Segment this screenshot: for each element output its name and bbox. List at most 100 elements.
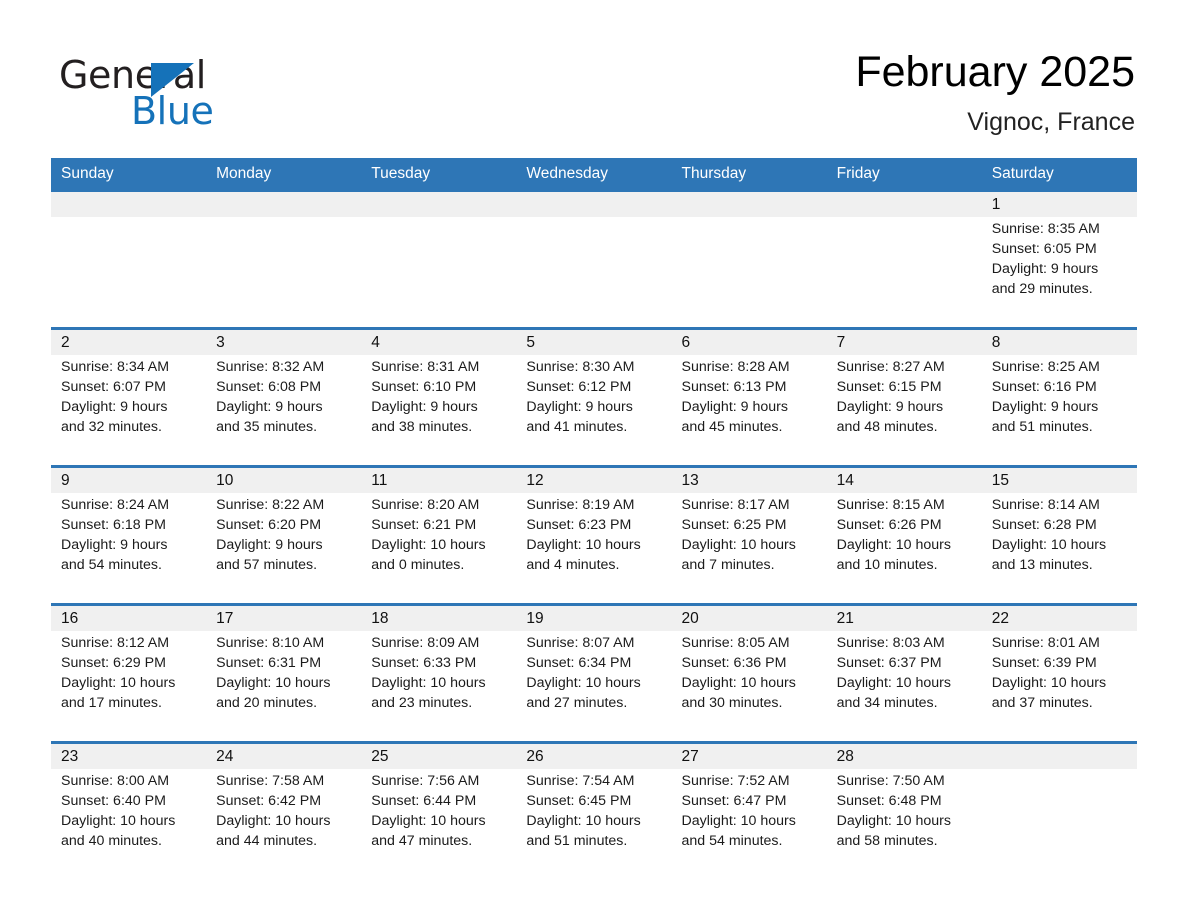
day-cell[interactable]: 3 Sunrise: 8:32 AM Sunset: 6:08 PM Daylight…	[206, 330, 361, 462]
day-cell[interactable]: 10 Sunrise: 8:22 AM Sunset: 6:20 PM Dayligh…	[206, 468, 361, 600]
location-subtitle: Vignoc, France	[967, 108, 1135, 136]
day-detail-sunrise: Sunrise: 8:10 AM	[216, 635, 325, 651]
day-number: 9	[61, 472, 70, 489]
day-detail-daylight2: and 35 minutes.	[216, 419, 318, 435]
day-detail-sunset: Sunset: 6:40 PM	[61, 793, 166, 809]
day-cell[interactable]: 5 Sunrise: 8:30 AM Sunset: 6:12 PM Daylight…	[516, 330, 671, 462]
day-detail-daylight1: Daylight: 10 hours	[681, 537, 796, 553]
day-detail-daylight1: Daylight: 10 hours	[836, 537, 951, 553]
day-number: 10	[216, 472, 234, 489]
day-detail-sunrise: Sunrise: 7:50 AM	[836, 773, 945, 789]
dow-header-tuesday: Tuesday	[361, 158, 516, 189]
day-detail-daylight1: Daylight: 9 hours	[991, 261, 1099, 277]
calendar-week-row: 9 Sunrise: 8:24 AM Sunset: 6:18 PM Daylight…	[51, 465, 1137, 603]
calendar-week-row: 1 Sunrise: 8:35 AM Sunset: 6:05 PM Daylight…	[51, 189, 1137, 327]
day-detail-daylight2: and 51 minutes.	[991, 419, 1093, 435]
dow-label: Tuesday	[371, 164, 431, 182]
page-header: General Blue February 2025 Vignoc, Franc…	[0, 0, 1188, 155]
day-cell[interactable]: 19 Sunrise: 8:07 AM Sunset: 6:34 PM Dayligh…	[516, 606, 671, 738]
day-detail-sunrise: Sunrise: 8:27 AM	[836, 359, 945, 375]
day-number: 6	[681, 334, 691, 351]
day-detail-daylight1: Daylight: 10 hours	[991, 537, 1107, 553]
day-details: Sunrise: 7:52 AM Sunset: 6:47 PM Daylight:…	[682, 771, 827, 851]
day-detail-daylight2: and 38 minutes.	[371, 419, 473, 435]
day-cell[interactable]: 12 Sunrise: 8:19 AM Sunset: 6:23 PM Dayligh…	[516, 468, 671, 600]
day-cell[interactable]: 8 Sunrise: 8:25 AM Sunset: 6:16 PM Daylight…	[982, 330, 1137, 462]
day-cell[interactable]: 26 Sunrise: 7:54 AM Sunset: 6:45 PM Dayligh…	[516, 744, 671, 876]
day-detail-daylight2: and 34 minutes.	[836, 695, 938, 711]
day-cell-empty	[827, 192, 982, 324]
day-detail-daylight2: and 37 minutes.	[991, 695, 1093, 711]
day-details: Sunrise: 8:35 AM Sunset: 6:05 PM Daylight:…	[992, 219, 1137, 299]
day-detail-sunset: Sunset: 6:25 PM	[681, 517, 787, 533]
day-detail-daylight1: Daylight: 9 hours	[216, 399, 323, 415]
day-detail-sunrise: Sunrise: 8:12 AM	[61, 635, 170, 651]
day-number: 4	[371, 334, 380, 351]
day-number: 27	[681, 748, 699, 765]
day-detail-sunset: Sunset: 6:37 PM	[836, 655, 942, 671]
day-cell[interactable]: 25 Sunrise: 7:56 AM Sunset: 6:44 PM Dayligh…	[361, 744, 516, 876]
day-detail-daylight2: and 51 minutes.	[526, 833, 628, 849]
day-detail-daylight1: Daylight: 9 hours	[61, 537, 168, 553]
day-cell[interactable]: 6 Sunrise: 8:28 AM Sunset: 6:13 PM Daylight…	[672, 330, 827, 462]
day-detail-daylight1: Daylight: 10 hours	[526, 675, 641, 691]
day-detail-daylight2: and 27 minutes.	[526, 695, 628, 711]
day-detail-sunrise: Sunrise: 8:22 AM	[216, 497, 325, 513]
page-title: February 2025	[855, 48, 1135, 96]
day-cell[interactable]: 13 Sunrise: 8:17 AM Sunset: 6:25 PM Dayligh…	[672, 468, 827, 600]
day-detail-sunrise: Sunrise: 8:05 AM	[681, 635, 790, 651]
day-detail-daylight1: Daylight: 9 hours	[681, 399, 788, 415]
day-detail-daylight1: Daylight: 10 hours	[61, 813, 176, 829]
day-cell[interactable]: 4 Sunrise: 8:31 AM Sunset: 6:10 PM Daylight…	[361, 330, 516, 462]
day-cell[interactable]: 23 Sunrise: 8:00 AM Sunset: 6:40 PM Dayligh…	[51, 744, 206, 876]
brand-logo[interactable]: General Blue	[59, 54, 319, 134]
day-details: Sunrise: 8:31 AM Sunset: 6:10 PM Daylight:…	[371, 357, 516, 437]
day-cell[interactable]: 2 Sunrise: 8:34 AM Sunset: 6:07 PM Daylight…	[51, 330, 206, 462]
day-number: 12	[526, 472, 544, 489]
day-detail-daylight2: and 54 minutes.	[61, 557, 162, 573]
day-cell[interactable]: 24 Sunrise: 7:58 AM Sunset: 6:42 PM Dayligh…	[206, 744, 361, 876]
day-cell[interactable]: 15 Sunrise: 8:14 AM Sunset: 6:28 PM Dayligh…	[982, 468, 1137, 600]
day-cell[interactable]: 27 Sunrise: 7:52 AM Sunset: 6:47 PM Dayligh…	[672, 744, 827, 876]
dow-label: Sunday	[61, 164, 114, 182]
day-details: Sunrise: 8:12 AM Sunset: 6:29 PM Daylight:…	[61, 633, 206, 713]
day-number: 2	[61, 334, 70, 351]
day-number: 5	[526, 334, 535, 351]
day-detail-sunrise: Sunrise: 7:54 AM	[526, 773, 635, 789]
dow-label: Monday	[216, 164, 272, 182]
day-cell[interactable]: 28 Sunrise: 7:50 AM Sunset: 6:48 PM Dayligh…	[827, 744, 982, 876]
day-cell[interactable]: 16 Sunrise: 8:12 AM Sunset: 6:29 PM Dayligh…	[51, 606, 206, 738]
day-detail-daylight2: and 41 minutes.	[526, 419, 628, 435]
day-details: Sunrise: 8:10 AM Sunset: 6:31 PM Daylight:…	[216, 633, 361, 713]
day-number: 25	[371, 748, 389, 765]
day-cell[interactable]: 14 Sunrise: 8:15 AM Sunset: 6:26 PM Dayligh…	[827, 468, 982, 600]
day-cell[interactable]: 1 Sunrise: 8:35 AM Sunset: 6:05 PM Daylight…	[982, 192, 1137, 324]
day-details: Sunrise: 8:22 AM Sunset: 6:20 PM Daylight:…	[216, 495, 361, 575]
day-cell[interactable]: 18 Sunrise: 8:09 AM Sunset: 6:33 PM Dayligh…	[361, 606, 516, 738]
day-number: 15	[991, 472, 1009, 489]
day-detail-daylight2: and 48 minutes.	[836, 419, 938, 435]
day-number	[371, 194, 516, 217]
day-detail-sunrise: Sunrise: 8:25 AM	[991, 359, 1100, 375]
day-cell[interactable]: 21 Sunrise: 8:03 AM Sunset: 6:37 PM Dayligh…	[827, 606, 982, 738]
day-detail-daylight2: and 58 minutes.	[836, 833, 938, 849]
day-details: Sunrise: 8:19 AM Sunset: 6:23 PM Daylight:…	[526, 495, 671, 575]
day-detail-daylight1: Daylight: 10 hours	[371, 675, 486, 691]
day-detail-daylight2: and 54 minutes.	[681, 833, 783, 849]
day-cell[interactable]: 17 Sunrise: 8:10 AM Sunset: 6:31 PM Dayligh…	[206, 606, 361, 738]
day-detail-sunset: Sunset: 6:42 PM	[216, 793, 322, 809]
day-cell[interactable]: 20 Sunrise: 8:05 AM Sunset: 6:36 PM Dayligh…	[672, 606, 827, 738]
day-detail-sunset: Sunset: 6:21 PM	[371, 517, 477, 533]
day-detail-daylight1: Daylight: 10 hours	[61, 675, 176, 691]
day-detail-daylight1: Daylight: 10 hours	[371, 813, 486, 829]
day-detail-daylight2: and 47 minutes.	[371, 833, 473, 849]
day-cell[interactable]: 7 Sunrise: 8:27 AM Sunset: 6:15 PM Daylight…	[827, 330, 982, 462]
day-cell[interactable]: 9 Sunrise: 8:24 AM Sunset: 6:18 PM Daylight…	[51, 468, 206, 600]
day-detail-daylight2: and 45 minutes.	[681, 419, 783, 435]
day-details: Sunrise: 8:25 AM Sunset: 6:16 PM Daylight:…	[992, 357, 1137, 437]
day-detail-daylight1: Daylight: 9 hours	[836, 399, 944, 415]
day-cell[interactable]: 22 Sunrise: 8:01 AM Sunset: 6:39 PM Dayligh…	[982, 606, 1137, 738]
week-cells: 1 Sunrise: 8:35 AM Sunset: 6:05 PM Daylight…	[51, 192, 1137, 324]
day-detail-sunset: Sunset: 6:34 PM	[526, 655, 632, 671]
day-cell[interactable]: 11 Sunrise: 8:20 AM Sunset: 6:21 PM Dayligh…	[361, 468, 516, 600]
